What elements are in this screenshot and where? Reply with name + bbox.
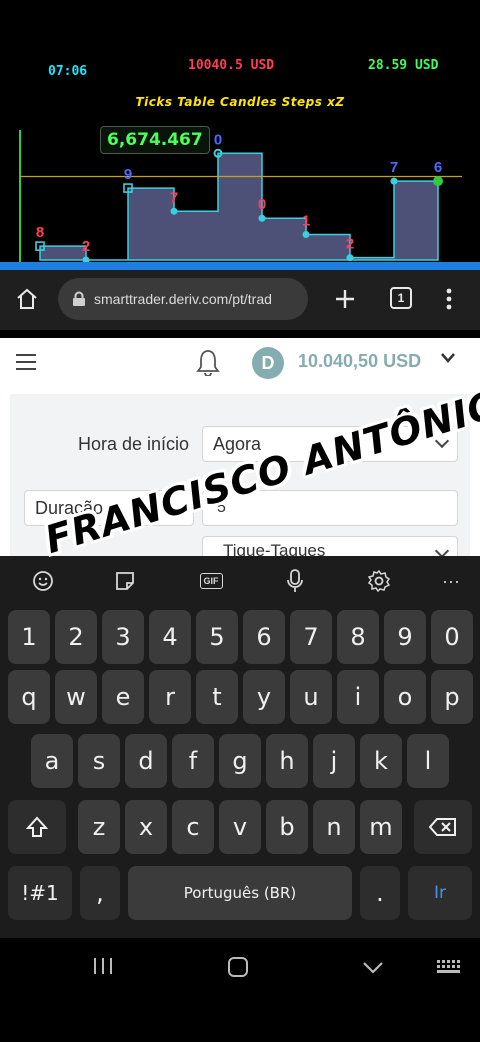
tick-digit-label: 1 xyxy=(302,212,310,229)
key-n[interactable]: n xyxy=(313,800,355,854)
home-icon[interactable] xyxy=(12,284,42,314)
key-s[interactable]: s xyxy=(78,734,120,788)
key-x[interactable]: x xyxy=(125,800,167,854)
settings-icon[interactable] xyxy=(366,568,392,594)
microphone-icon[interactable] xyxy=(282,568,308,594)
key-o[interactable]: o xyxy=(384,670,426,724)
overlay-profit: 28.59 USD xyxy=(368,58,439,73)
backspace-icon xyxy=(429,818,456,836)
key-u[interactable]: u xyxy=(290,670,332,724)
overlay-menu[interactable]: Ticks Table Candles Steps xZ xyxy=(0,95,480,109)
tick-step-area xyxy=(39,152,439,261)
system-nav-bar xyxy=(0,938,480,1042)
tab-switcher-button[interactable]: 1 xyxy=(390,287,412,309)
period-key[interactable]: . xyxy=(360,866,400,920)
site-info-icon[interactable] xyxy=(72,291,86,307)
recent-apps-icon[interactable] xyxy=(92,956,114,982)
chart-tooltip: 6,674.467 xyxy=(100,126,210,154)
tick-digit-label: 6 xyxy=(434,159,442,176)
chevron-down-icon xyxy=(434,543,450,556)
key-j[interactable]: j xyxy=(313,734,355,788)
key-3[interactable]: 3 xyxy=(102,610,144,664)
key-i[interactable]: i xyxy=(337,670,379,724)
key-2[interactable]: 2 xyxy=(55,610,97,664)
overlay-bottom-bar xyxy=(0,262,480,270)
tick-digit-label: 7 xyxy=(390,159,398,176)
key-9[interactable]: 9 xyxy=(384,610,426,664)
shift-icon xyxy=(25,816,49,837)
trading-overlay: 8 2 9 7 0 0 1 2 7 6 07:06 10040.5 USD 28.59 USD T… xyxy=(0,48,480,270)
new-tab-icon[interactable] xyxy=(330,284,360,314)
key-e[interactable]: e xyxy=(102,670,144,724)
shift-key[interactable] xyxy=(8,800,66,854)
backspace-key[interactable] xyxy=(414,800,472,854)
overlay-time: 07:06 xyxy=(48,64,88,79)
tick-digit-label: 7 xyxy=(170,189,178,206)
key-8[interactable]: 8 xyxy=(337,610,379,664)
more-options-icon[interactable]: ··· xyxy=(438,568,464,594)
key-z[interactable]: z xyxy=(78,800,120,854)
tick-point xyxy=(258,214,266,222)
key-b[interactable]: b xyxy=(266,800,308,854)
tick-digit-label: 0 xyxy=(214,131,222,148)
symbols-key[interactable]: !#1 xyxy=(8,866,72,920)
key-4[interactable]: 4 xyxy=(149,610,191,664)
comma-key[interactable]: , xyxy=(80,866,120,920)
key-1[interactable]: 1 xyxy=(8,610,50,664)
tick-digit-label: 2 xyxy=(346,236,354,253)
tick-point xyxy=(390,177,398,185)
key-g[interactable]: g xyxy=(219,734,261,788)
duration-unit-select[interactable]: Tique-Taques xyxy=(202,536,458,556)
tick-digit-label: 9 xyxy=(124,166,132,183)
tick-point xyxy=(170,207,178,215)
url-bar[interactable]: smarttrader.deriv.com/pt/trad xyxy=(58,278,308,320)
key-7[interactable]: 7 xyxy=(290,610,332,664)
overlay-balance: 10040.5 USD xyxy=(188,58,275,73)
key-r[interactable]: r xyxy=(149,670,191,724)
home-nav-icon[interactable] xyxy=(227,956,249,984)
back-chevron-down-icon[interactable] xyxy=(362,956,384,982)
url-text[interactable]: smarttrader.deriv.com/pt/trad xyxy=(94,291,272,307)
tick-point xyxy=(433,176,443,187)
key-y[interactable]: y xyxy=(243,670,285,724)
key-f[interactable]: f xyxy=(172,734,214,788)
key-5[interactable]: 5 xyxy=(196,610,238,664)
key-a[interactable]: a xyxy=(31,734,73,788)
gif-icon[interactable]: GIF xyxy=(198,568,224,594)
key-w[interactable]: w xyxy=(55,670,97,724)
gif-label: GIF xyxy=(199,573,223,589)
key-d[interactable]: d xyxy=(125,734,167,788)
keyboard-toolbar: GIF ··· xyxy=(0,556,480,604)
key-t[interactable]: t xyxy=(196,670,238,724)
key-p[interactable]: p xyxy=(431,670,473,724)
keyboard-hide-icon[interactable] xyxy=(436,956,462,982)
key-k[interactable]: k xyxy=(360,734,402,788)
sticker-icon[interactable] xyxy=(112,568,138,594)
key-v[interactable]: v xyxy=(219,800,261,854)
space-key[interactable]: Português (BR) xyxy=(128,866,352,920)
soft-keyboard: GIF ··· 1234567890 qwertyuiop asdfghjkl zxc… xyxy=(0,556,480,938)
duration-unit-value: Tique-Taques xyxy=(223,541,326,556)
key-6[interactable]: 6 xyxy=(243,610,285,664)
key-q[interactable]: q xyxy=(8,670,50,724)
tick-point xyxy=(346,254,354,262)
tick-digit-label: 2 xyxy=(82,238,90,255)
go-key[interactable]: Ir xyxy=(408,866,472,920)
browser-toolbar: smarttrader.deriv.com/pt/trad 1 xyxy=(0,270,480,330)
browser-menu-icon[interactable] xyxy=(434,284,464,314)
tick-step-chart: 8 2 9 7 0 0 1 2 7 6 xyxy=(19,130,462,264)
key-m[interactable]: m xyxy=(360,800,402,854)
key-h[interactable]: h xyxy=(266,734,308,788)
key-c[interactable]: c xyxy=(172,800,214,854)
start-time-label: Hora de início xyxy=(78,434,190,454)
tick-digit-label: 8 xyxy=(36,224,44,241)
key-0[interactable]: 0 xyxy=(431,610,473,664)
emoji-icon[interactable] xyxy=(30,568,56,594)
start-time-value: Agora xyxy=(213,434,262,454)
tick-digit-label: 0 xyxy=(258,196,266,213)
key-l[interactable]: l xyxy=(407,734,449,788)
tick-point xyxy=(302,230,310,238)
